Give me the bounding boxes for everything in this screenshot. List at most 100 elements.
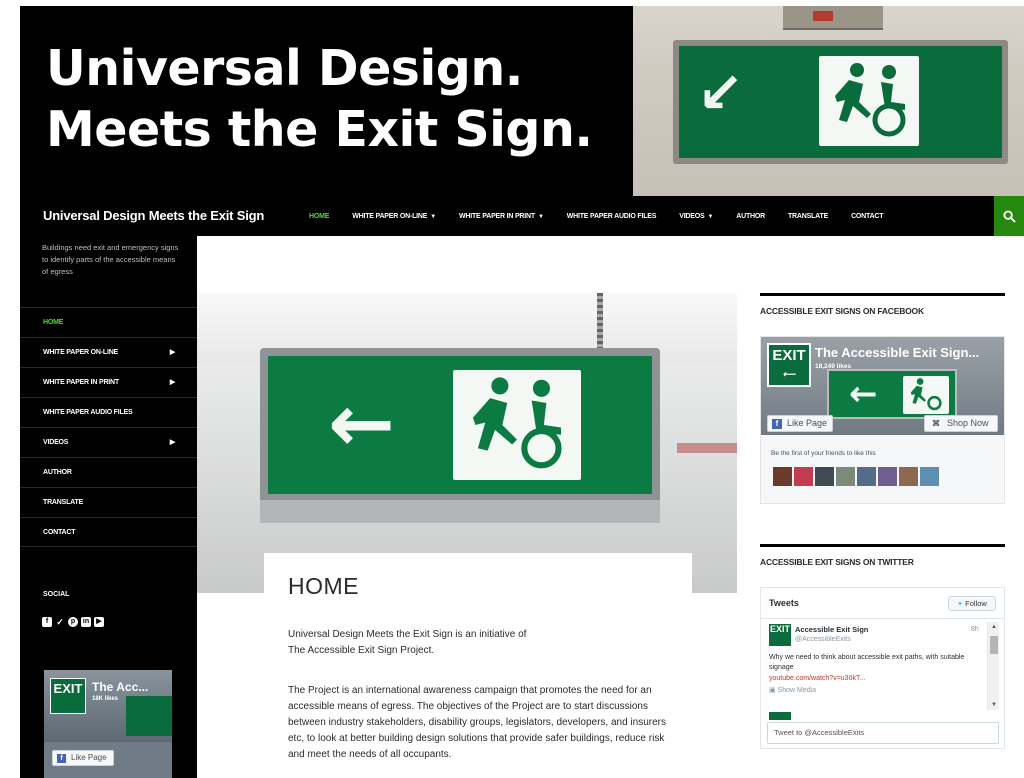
site-title[interactable]: Universal Design Meets the Exit Sign xyxy=(43,208,264,223)
tweet-link[interactable]: youtube.com/watch?v=u30kT... xyxy=(769,675,865,682)
facebook-icon: f xyxy=(57,754,66,763)
facebook-cover-photo[interactable]: ← EXIT ⟵ The Accessible Exit Sign... 18,2… xyxy=(761,337,1004,435)
header-banner: Universal Design. Meets the Exit Sign. ↙ xyxy=(20,6,1024,196)
sign-chain xyxy=(597,293,603,353)
top-menu-translate[interactable]: TRANSLATE xyxy=(788,213,828,220)
caret-down-icon: ▼ xyxy=(430,213,436,220)
sidebar-item-white-paper-audio[interactable]: WHITE PAPER AUDIO FILES xyxy=(20,397,197,427)
diagonal-arrow-icon: ↙ xyxy=(697,61,744,126)
social-title: SOCIAL xyxy=(43,591,70,598)
sidebar-item-label: VIDEOS xyxy=(43,439,69,446)
friend-avatar[interactable] xyxy=(899,467,918,486)
linkedin-icon[interactable]: in xyxy=(81,617,91,627)
sidebar-item-white-paper-online[interactable]: WHITE PAPER ON-LINE ▶ xyxy=(20,337,197,367)
search-button[interactable] xyxy=(994,196,1024,236)
exit-sign-thumbnail xyxy=(126,696,172,736)
timeline-scrollbar[interactable]: ▲ ▼ xyxy=(987,622,999,710)
content-card: HOME Universal Design Meets the Exit Sig… xyxy=(264,553,692,778)
scroll-down-icon[interactable]: ▼ xyxy=(988,702,1000,708)
top-menu-white-paper-audio[interactable]: WHITE PAPER AUDIO FILES xyxy=(567,213,657,220)
tweet-handle[interactable]: @AccessibleExits xyxy=(795,636,851,643)
top-menu-label: VIDEOS xyxy=(679,212,705,220)
shop-now-button[interactable]: ⌘ Shop Now xyxy=(924,415,998,432)
friend-avatar[interactable] xyxy=(920,467,939,486)
exit-sign-panel: ↙ xyxy=(679,46,1002,158)
friend-avatar[interactable] xyxy=(857,467,876,486)
show-media-link[interactable]: ▣ Show Media xyxy=(769,686,816,694)
top-navigation-bar: Universal Design Meets the Exit Sign HOM… xyxy=(20,196,1024,236)
follow-label: Follow xyxy=(965,599,987,608)
caret-right-icon: ▶ xyxy=(169,439,175,446)
twitter-widget-title: ACCESSIBLE EXIT SIGNS ON TWITTER xyxy=(760,544,1005,567)
top-menu-label: WHITE PAPER ON-LINE xyxy=(352,212,428,220)
sidebar-menu: HOME WHITE PAPER ON-LINE ▶ WHITE PAPER IN… xyxy=(20,307,197,547)
follow-button[interactable]: ✦ Follow xyxy=(948,596,996,611)
sidebar-item-label: HOME xyxy=(43,319,64,326)
friend-avatar[interactable] xyxy=(836,467,855,486)
twitter-icon[interactable]: ✓ xyxy=(55,617,65,627)
sidebar-item-label: WHITE PAPER AUDIO FILES xyxy=(43,409,133,416)
site-tagline: Buildings need exit and emergency signs … xyxy=(42,243,179,276)
top-menu-label: WHITE PAPER AUDIO FILES xyxy=(566,212,657,220)
facebook-page-name[interactable]: The Acc... xyxy=(92,680,148,694)
search-icon xyxy=(1002,209,1016,223)
pinterest-icon[interactable]: p xyxy=(68,617,78,627)
facebook-page-name[interactable]: The Accessible Exit Sign... xyxy=(815,345,979,360)
hero-image: ← xyxy=(197,293,737,593)
caret-down-icon: ▼ xyxy=(537,213,544,220)
friend-avatar[interactable] xyxy=(878,467,897,486)
facebook-icon[interactable]: f xyxy=(42,617,52,627)
logo-subtext: ⟵ xyxy=(782,369,796,379)
facebook-page-logo: EXIT xyxy=(50,678,86,714)
body-paragraph: The Project is an international awarenes… xyxy=(288,685,666,760)
sidebar-item-videos[interactable]: VIDEOS ▶ xyxy=(20,427,197,457)
sidebar-item-translate[interactable]: TRANSLATE xyxy=(20,487,197,517)
scrollbar-thumb[interactable] xyxy=(990,636,998,654)
top-menu-white-paper-online[interactable]: WHITE PAPER ON-LINE ▼ xyxy=(352,213,436,220)
caret-right-icon: ▶ xyxy=(169,349,175,356)
sidebar-item-author[interactable]: AUTHOR xyxy=(20,457,197,487)
top-menu-white-paper-print[interactable]: WHITE PAPER IN PRINT ▼ xyxy=(459,213,544,220)
scroll-up-icon[interactable]: ▲ xyxy=(988,624,1000,630)
top-menu-author[interactable]: AUTHOR xyxy=(736,213,765,220)
caret-right-icon: ▶ xyxy=(169,379,175,386)
twitter-timeline: Tweets ✦ Follow EXIT Accessible Exit Sig… xyxy=(760,587,1005,749)
tweet-author[interactable]: Accessible Exit Sign xyxy=(795,625,868,634)
facebook-likes-count: 18,249 likes xyxy=(815,363,852,370)
facebook-icon: f xyxy=(772,419,782,429)
top-menu-home[interactable]: HOME xyxy=(309,213,329,220)
friend-avatar[interactable] xyxy=(773,467,792,486)
camera-icon: ▣ xyxy=(769,687,776,694)
youtube-icon[interactable]: ▶ xyxy=(94,617,104,627)
top-menu-contact[interactable]: CONTACT xyxy=(851,213,884,220)
tweet-avatar[interactable]: EXIT xyxy=(769,624,791,646)
exit-sign-thumbnail: ← xyxy=(827,369,957,419)
like-page-button[interactable]: f Like Page xyxy=(767,415,833,432)
sidebar-item-label: AUTHOR xyxy=(43,469,72,476)
sign-mount xyxy=(783,6,883,30)
sidebar-item-label: TRANSLATE xyxy=(43,499,84,506)
hero-exit-sign: ← xyxy=(260,348,660,523)
sidebar-facebook-widget: EXIT The Acc... 18K likes f Like Page xyxy=(44,670,172,778)
left-sidebar: Buildings need exit and emergency signs … xyxy=(20,236,197,778)
friend-avatar[interactable] xyxy=(815,467,834,486)
next-tweet-avatar xyxy=(769,712,791,720)
sidebar-item-label: WHITE PAPER ON-LINE xyxy=(43,349,119,356)
tweet-timestamp[interactable]: 8h xyxy=(971,626,979,633)
left-arrow-icon: ← xyxy=(328,377,396,470)
shop-icon: ⌘ xyxy=(932,419,940,428)
sidebar-item-home[interactable]: HOME xyxy=(20,307,197,337)
accessible-exit-figure-icon xyxy=(819,56,919,146)
tweet-compose-input[interactable]: Tweet to @AccessibleExits xyxy=(767,722,999,744)
shop-now-label: Shop Now xyxy=(947,418,989,428)
sidebar-item-white-paper-print[interactable]: WHITE PAPER IN PRINT ▶ xyxy=(20,367,197,397)
friend-avatar[interactable] xyxy=(794,467,813,486)
left-arrow-icon: ← xyxy=(849,374,878,414)
sidebar-item-label: WHITE PAPER IN PRINT xyxy=(43,379,119,386)
tweets-header: Tweets xyxy=(769,598,799,608)
like-page-button[interactable]: f Like Page xyxy=(52,750,114,766)
twitter-bird-icon: ✦ xyxy=(957,601,964,608)
sidebar-item-contact[interactable]: CONTACT xyxy=(20,517,197,547)
top-menu-videos[interactable]: VIDEOS ▼ xyxy=(679,213,713,220)
facebook-page-logo[interactable]: EXIT ⟵ xyxy=(767,343,811,387)
